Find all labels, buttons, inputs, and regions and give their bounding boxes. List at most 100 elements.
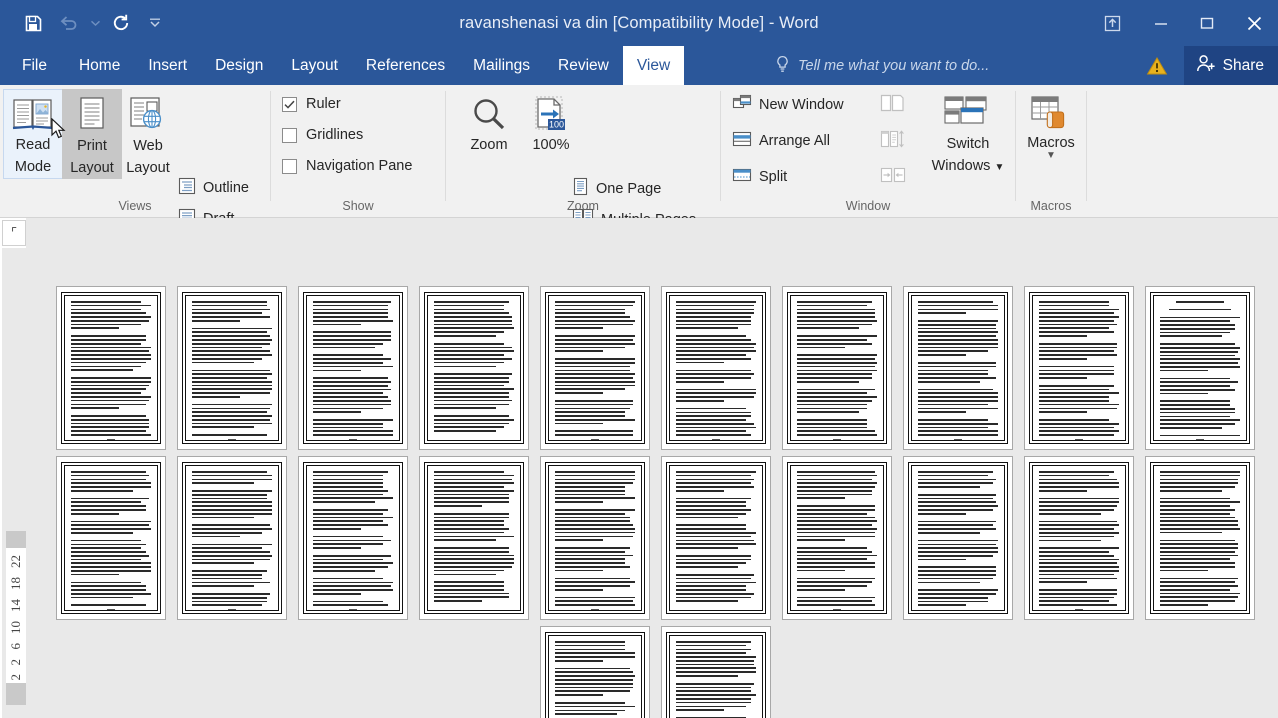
text-line — [434, 516, 510, 519]
page-thumbnail[interactable] — [540, 286, 650, 450]
page-thumbnail[interactable] — [903, 456, 1013, 620]
page-text-block — [911, 465, 1005, 611]
text-line — [918, 399, 998, 402]
page-thumbnail[interactable] — [419, 286, 529, 450]
page-thumbnail[interactable] — [782, 286, 892, 450]
minimize-icon[interactable] — [1138, 0, 1184, 46]
text-line — [676, 301, 756, 303]
checkbox-ruler[interactable]: Ruler — [282, 93, 341, 115]
tab-mailings[interactable]: Mailings — [459, 46, 544, 85]
share-button[interactable]: Share — [1183, 46, 1278, 85]
zoom-button[interactable]: Zoom — [458, 89, 520, 179]
ribbon-tabs: File Home Insert Design Layout Reference… — [0, 46, 685, 85]
split-button[interactable]: Split — [732, 165, 787, 189]
horizontal-ruler[interactable]: 18 14 10 6 2 2 — [26, 218, 1278, 464]
page-thumbnail[interactable] — [56, 286, 166, 450]
text-line — [676, 388, 756, 391]
tab-stop-left-icon[interactable]: ⌜ — [2, 220, 26, 246]
redo-icon[interactable] — [104, 8, 138, 38]
page-thumbnail[interactable] — [298, 286, 408, 450]
tab-insert[interactable]: Insert — [134, 46, 201, 85]
side-by-side-icon — [879, 93, 905, 118]
arrange-all-button[interactable]: Arrange All — [732, 129, 830, 153]
page-thumbnail[interactable] — [177, 286, 287, 450]
page-thumbnail[interactable] — [419, 456, 529, 620]
text-line — [555, 509, 635, 511]
tab-layout[interactable]: Layout — [277, 46, 352, 85]
page-thumbnail[interactable] — [782, 456, 892, 620]
tab-references[interactable]: References — [352, 46, 459, 85]
one-page-button[interactable]: One Page — [572, 177, 661, 201]
page-thumbnail[interactable] — [1145, 286, 1255, 450]
page-text-block — [185, 295, 279, 441]
checkbox-gridlines[interactable]: Gridlines — [282, 124, 363, 146]
ribbon-display-options-icon[interactable] — [1086, 0, 1138, 46]
text-line — [1160, 335, 1223, 338]
page-thumbnail[interactable] — [903, 286, 1013, 450]
page-thumbnail[interactable] — [540, 626, 650, 718]
page-border — [666, 462, 766, 614]
tab-file[interactable]: File — [0, 46, 65, 85]
page-thumbnail[interactable] — [56, 456, 166, 620]
page-thumbnail[interactable] — [298, 456, 408, 620]
text-line — [434, 501, 510, 503]
view-side-by-side-button[interactable] — [879, 93, 905, 117]
text-line — [797, 482, 877, 485]
text-line — [1160, 327, 1236, 330]
undo-icon[interactable] — [52, 8, 86, 38]
text-line — [1039, 566, 1119, 568]
text-line — [313, 547, 361, 549]
text-line — [192, 392, 270, 394]
web-layout-button[interactable]: Web Layout — [118, 89, 178, 179]
outline-button[interactable]: Outline — [178, 176, 249, 200]
page-text-block — [548, 295, 642, 441]
page-border — [182, 462, 282, 614]
print-layout-button[interactable]: Print Layout — [62, 89, 122, 179]
page-thumbnail[interactable] — [1024, 456, 1134, 620]
synchronous-scrolling-button[interactable] — [879, 129, 907, 153]
restore-icon[interactable] — [1184, 0, 1230, 46]
tab-review[interactable]: Review — [544, 46, 623, 85]
read-mode-button[interactable]: Read Mode — [3, 89, 63, 179]
text-line — [71, 335, 147, 337]
page-thumbnail[interactable] — [661, 626, 771, 718]
save-icon[interactable] — [16, 8, 50, 38]
text-line — [797, 308, 875, 311]
tab-home[interactable]: Home — [65, 46, 134, 85]
text-line — [192, 593, 270, 595]
text-line — [71, 301, 142, 303]
page-text-block — [1153, 465, 1247, 611]
reset-window-position-button[interactable] — [879, 165, 907, 189]
print-layout-label: Print Layout — [70, 138, 114, 176]
page-thumbnail[interactable] — [661, 286, 771, 450]
macros-dropdown-icon[interactable]: ▼ — [1046, 151, 1056, 161]
checkbox-navigation-pane[interactable]: Navigation Pane — [282, 155, 412, 177]
text-line — [71, 365, 142, 368]
switch-windows-button[interactable]: Switch Windows ▼ — [929, 87, 1007, 177]
macros-button[interactable]: Macros ▼ — [1018, 87, 1084, 177]
text-line — [71, 581, 142, 584]
page-thumbnail[interactable] — [177, 456, 287, 620]
text-line — [192, 535, 240, 538]
new-window-button[interactable]: New Window — [732, 93, 844, 117]
text-line — [1039, 604, 1117, 606]
tab-view[interactable]: View — [622, 46, 685, 85]
page-thumbnail[interactable] — [661, 456, 771, 620]
text-line — [676, 373, 754, 375]
text-line — [71, 562, 151, 565]
page-thumbnail[interactable] — [1024, 286, 1134, 450]
zoom-100-button[interactable]: 100 100% — [520, 89, 582, 179]
text-line — [676, 377, 752, 379]
text-line — [434, 342, 505, 345]
customize-qat-icon[interactable] — [140, 8, 170, 38]
document-canvas[interactable] — [26, 248, 1278, 718]
tell-me-search[interactable]: Tell me what you want to do... — [775, 46, 989, 85]
page-thumbnail[interactable] — [540, 456, 650, 620]
undo-dropdown-icon[interactable] — [88, 8, 102, 38]
vertical-ruler[interactable]: 2 2 6 10 14 18 22 — [2, 248, 26, 718]
text-line — [676, 342, 756, 345]
tab-design[interactable]: Design — [201, 46, 277, 85]
close-icon[interactable] — [1230, 0, 1278, 46]
warning-triangle-icon[interactable] — [1146, 56, 1168, 81]
page-thumbnail[interactable] — [1145, 456, 1255, 620]
